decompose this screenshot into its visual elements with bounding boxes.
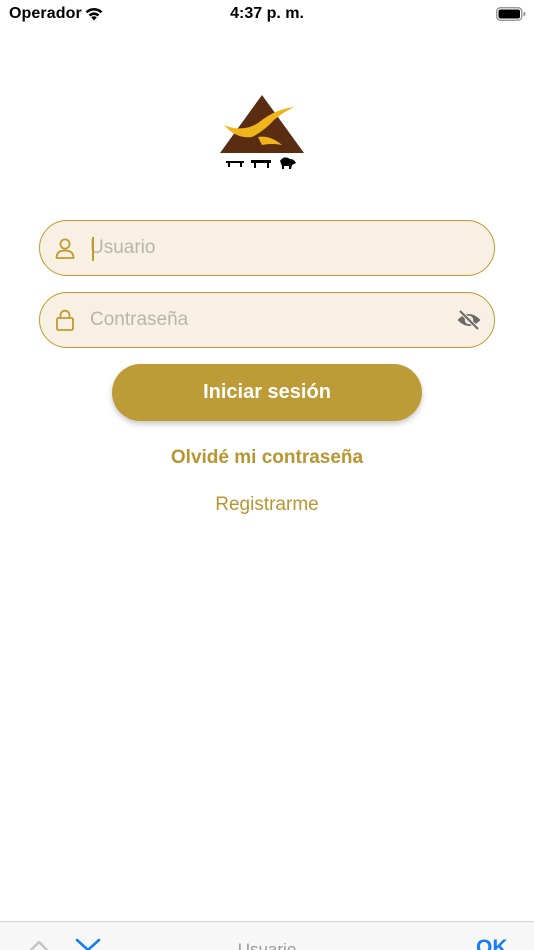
password-input[interactable] <box>90 301 450 339</box>
keyboard-toolbar: Usuario OK <box>0 921 534 950</box>
text-caret <box>92 237 94 261</box>
battery-icon <box>496 7 526 21</box>
password-field[interactable] <box>39 292 495 348</box>
status-time: 4:37 p. m. <box>230 5 304 22</box>
lock-icon <box>56 309 74 331</box>
login-button[interactable]: Iniciar sesión <box>112 364 422 421</box>
eye-off-icon[interactable] <box>456 309 482 331</box>
username-input[interactable] <box>90 229 450 267</box>
toolbar-field-label: Usuario <box>237 940 297 950</box>
forgot-password-link[interactable]: Olvidé mi contraseña <box>0 447 534 469</box>
status-bar: Operador 4:37 p. m. <box>0 0 534 30</box>
done-button[interactable]: OK <box>476 936 508 950</box>
app-logo <box>220 95 304 169</box>
username-field[interactable] <box>39 220 495 276</box>
user-icon <box>55 238 75 259</box>
register-link[interactable]: Registrarme <box>0 494 534 516</box>
